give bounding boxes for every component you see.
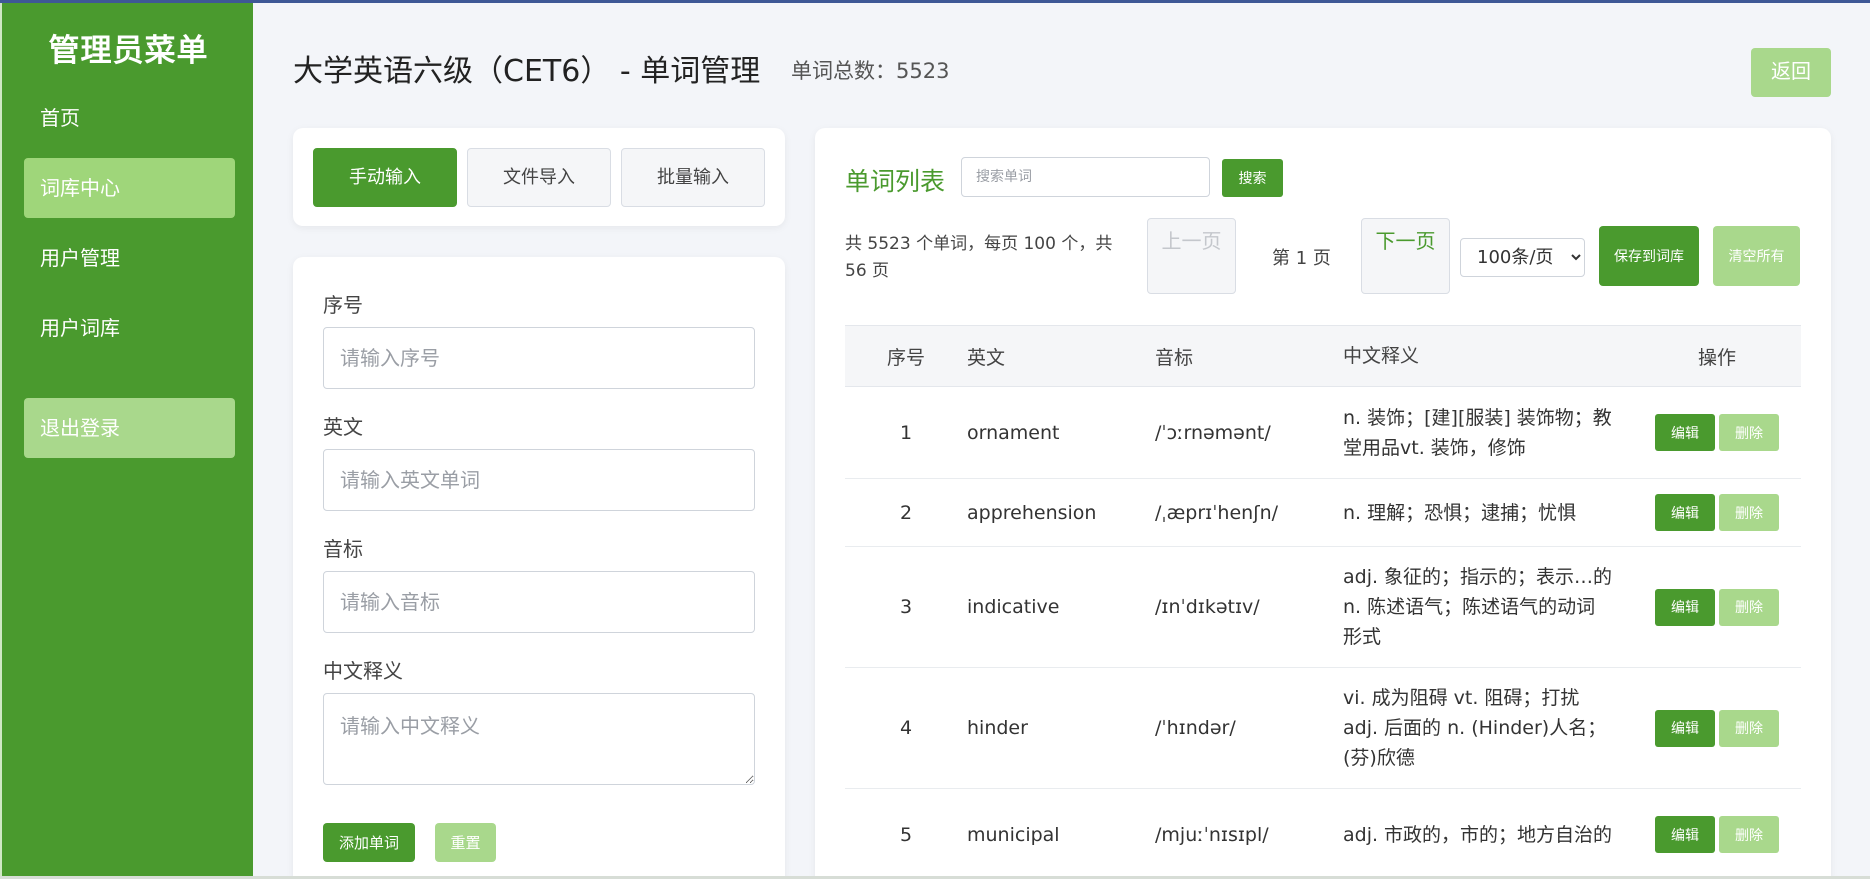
logout-button[interactable]: 退出登录 bbox=[24, 398, 235, 458]
edit-button[interactable]: 编辑 bbox=[1655, 709, 1715, 747]
delete-button[interactable]: 删除 bbox=[1719, 709, 1779, 747]
word-count: 单词总数：5523 bbox=[791, 59, 950, 83]
tab-batch-input[interactable]: 批量输入 bbox=[621, 148, 765, 207]
search-button[interactable]: 搜索 bbox=[1222, 159, 1283, 197]
edit-button[interactable]: 编辑 bbox=[1655, 816, 1715, 853]
sidebar-item-user-vocab[interactable]: 用户词库 bbox=[24, 298, 235, 358]
cell-english: indicative bbox=[967, 546, 1155, 668]
word-table: 序号 英文 音标 中文释义 操作 1 ornament /ˈɔːrnəmənt/… bbox=[845, 325, 1801, 879]
column-header-chinese: 中文释义 bbox=[1343, 325, 1633, 387]
sidebar: 管理员菜单 首页 词库中心 用户管理 用户词库 退出登录 bbox=[0, 3, 253, 876]
chinese-textarea[interactable] bbox=[323, 693, 755, 785]
table-row: 5 municipal /mjuːˈnɪsɪpl/ adj. 市政的，市的；地方… bbox=[845, 788, 1801, 879]
word-list-title: 单词列表 bbox=[845, 167, 946, 196]
cell-serial: 2 bbox=[845, 478, 967, 547]
back-button[interactable]: 返回 bbox=[1751, 48, 1831, 97]
sidebar-item-vocab-center[interactable]: 词库中心 bbox=[24, 158, 235, 218]
phonetic-input[interactable] bbox=[323, 571, 755, 633]
add-word-form: 序号 英文 音标 中文释义 添加单词 重置 bbox=[293, 257, 785, 879]
delete-button[interactable]: 删除 bbox=[1719, 588, 1779, 626]
phonetic-label: 音标 bbox=[323, 537, 363, 561]
table-header-row: 序号 英文 音标 中文释义 操作 bbox=[845, 325, 1801, 387]
english-label: 英文 bbox=[323, 415, 363, 439]
search-input[interactable] bbox=[961, 157, 1210, 197]
cell-chinese: n. 装饰；[建][服装] 装饰物；教堂用品vt. 装饰，修饰 bbox=[1343, 386, 1633, 479]
cell-english: apprehension bbox=[967, 478, 1155, 547]
serial-input[interactable] bbox=[323, 327, 755, 389]
cell-actions: 编辑 删除 bbox=[1633, 788, 1801, 879]
cell-chinese: n. 理解；恐惧；逮捕；忧惧 bbox=[1343, 478, 1633, 547]
word-list-card: 单词列表 搜索 共 5523 个单词，每页 100 个，共 56 页 上一页 第… bbox=[815, 128, 1831, 879]
delete-button[interactable]: 删除 bbox=[1719, 414, 1779, 451]
prev-page-button[interactable]: 上一页 bbox=[1147, 218, 1236, 294]
cell-actions: 编辑 删除 bbox=[1633, 667, 1801, 789]
cell-actions: 编辑 删除 bbox=[1633, 386, 1801, 479]
cell-serial: 1 bbox=[845, 386, 967, 479]
column-header-actions: 操作 bbox=[1633, 325, 1801, 387]
chinese-label: 中文释义 bbox=[323, 659, 403, 683]
input-mode-card: 手动输入 文件导入 批量输入 bbox=[293, 128, 785, 226]
cell-phonetic: /ɪnˈdɪkətɪv/ bbox=[1155, 546, 1343, 668]
cell-serial: 4 bbox=[845, 667, 967, 789]
edit-button[interactable]: 编辑 bbox=[1655, 494, 1715, 531]
add-word-button[interactable]: 添加单词 bbox=[323, 823, 415, 862]
cell-phonetic: /ˈhɪndər/ bbox=[1155, 667, 1343, 789]
delete-button[interactable]: 删除 bbox=[1719, 816, 1779, 853]
cell-english: municipal bbox=[967, 788, 1155, 879]
column-header-serial: 序号 bbox=[845, 325, 967, 387]
page-size-select[interactable]: 100条/页 bbox=[1460, 238, 1585, 277]
edit-button[interactable]: 编辑 bbox=[1655, 414, 1715, 451]
cell-serial: 5 bbox=[845, 788, 967, 879]
cell-phonetic: /ˌæprɪˈhenʃn/ bbox=[1155, 478, 1343, 547]
column-header-english: 英文 bbox=[967, 325, 1155, 387]
next-page-button[interactable]: 下一页 bbox=[1361, 218, 1450, 294]
current-page: 第 1 页 bbox=[1272, 248, 1331, 269]
reset-button[interactable]: 重置 bbox=[435, 823, 496, 862]
cell-english: hinder bbox=[967, 667, 1155, 789]
cell-serial: 3 bbox=[845, 546, 967, 668]
table-row: 3 indicative /ɪnˈdɪkətɪv/ adj. 象征的；指示的；表… bbox=[845, 546, 1801, 668]
cell-phonetic: /ˈɔːrnəmənt/ bbox=[1155, 386, 1343, 479]
sidebar-item-home[interactable]: 首页 bbox=[24, 88, 235, 148]
cell-english: ornament bbox=[967, 386, 1155, 479]
cell-chinese: vi. 成为阻碍 vt. 阻碍；打扰adj. 后面的 n. (Hinder)人名… bbox=[1343, 667, 1633, 789]
table-row: 1 ornament /ˈɔːrnəmənt/ n. 装饰；[建][服装] 装饰… bbox=[845, 386, 1801, 479]
cell-actions: 编辑 删除 bbox=[1633, 546, 1801, 668]
page-title: 大学英语六级（CET6） - 单词管理 bbox=[293, 54, 761, 89]
cell-chinese: adj. 象征的；指示的；表示…的n. 陈述语气；陈述语气的动词形式 bbox=[1343, 546, 1633, 668]
tab-file-import[interactable]: 文件导入 bbox=[467, 148, 611, 207]
tab-manual-input[interactable]: 手动输入 bbox=[313, 148, 457, 207]
cell-chinese: adj. 市政的，市的；地方自治的 bbox=[1343, 788, 1633, 879]
save-to-vocab-button[interactable]: 保存到词库 bbox=[1599, 226, 1699, 286]
edit-button[interactable]: 编辑 bbox=[1655, 588, 1715, 626]
sidebar-title: 管理员菜单 bbox=[48, 33, 209, 69]
cell-phonetic: /mjuːˈnɪsɪpl/ bbox=[1155, 788, 1343, 879]
serial-label: 序号 bbox=[323, 293, 363, 317]
delete-button[interactable]: 删除 bbox=[1719, 494, 1779, 531]
sidebar-item-user-management[interactable]: 用户管理 bbox=[24, 228, 235, 288]
top-border bbox=[0, 0, 1870, 3]
clear-all-button[interactable]: 清空所有 bbox=[1713, 226, 1800, 286]
table-row: 2 apprehension /ˌæprɪˈhenʃn/ n. 理解；恐惧；逮捕… bbox=[845, 478, 1801, 547]
table-row: 4 hinder /ˈhɪndər/ vi. 成为阻碍 vt. 阻碍；打扰adj… bbox=[845, 667, 1801, 789]
column-header-phonetic: 音标 bbox=[1155, 325, 1343, 387]
pagination-info: 共 5523 个单词，每页 100 个，共 56 页 bbox=[845, 234, 1113, 281]
english-input[interactable] bbox=[323, 449, 755, 511]
cell-actions: 编辑 删除 bbox=[1633, 478, 1801, 547]
